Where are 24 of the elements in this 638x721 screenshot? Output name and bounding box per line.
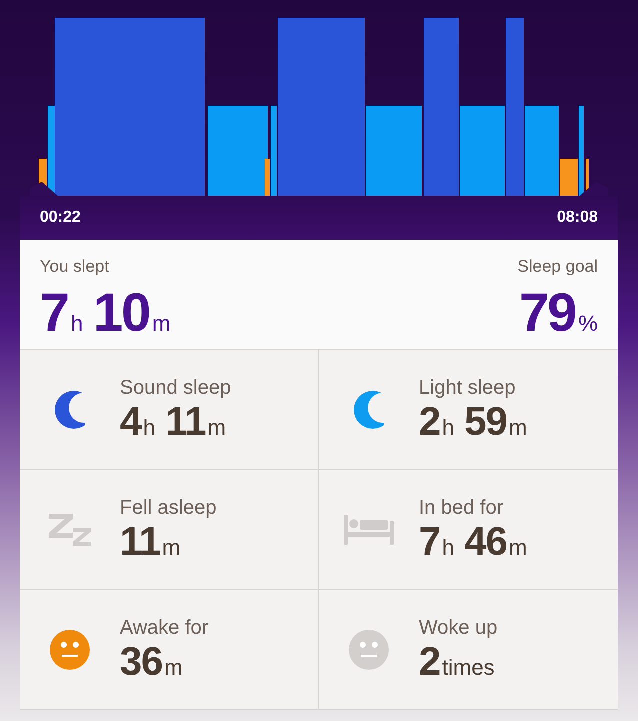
zzz-icon bbox=[47, 512, 93, 548]
end-time: 08:08 bbox=[557, 208, 598, 228]
stat-label: Fell asleep bbox=[120, 498, 217, 518]
stat-label: Woke up bbox=[419, 618, 498, 638]
stat-label: In bed for bbox=[419, 498, 505, 518]
stat-value: 36m bbox=[120, 642, 184, 682]
moon-icon bbox=[55, 390, 85, 428]
moon-icon bbox=[354, 390, 384, 428]
goal-label: Sleep goal bbox=[518, 256, 598, 278]
start-time: 00:22 bbox=[40, 208, 81, 228]
goal-value: 79% bbox=[519, 286, 598, 340]
stat-value: 7h 46m bbox=[419, 522, 528, 562]
bed-icon bbox=[344, 514, 394, 544]
stat-value: 11m bbox=[120, 522, 182, 562]
face-icon bbox=[349, 630, 389, 670]
slept-label: You slept bbox=[40, 256, 110, 278]
stat-label: Awake for bbox=[120, 618, 209, 638]
stat-value: 4h 11m bbox=[120, 402, 228, 442]
face-icon bbox=[50, 630, 90, 670]
stat-value: 2h 59m bbox=[419, 402, 528, 442]
stat-label: Light sleep bbox=[419, 378, 517, 398]
stat-value: 2times bbox=[419, 642, 496, 682]
slept-value: 7 h 10m bbox=[40, 286, 171, 340]
stat-label: Sound sleep bbox=[120, 378, 232, 398]
